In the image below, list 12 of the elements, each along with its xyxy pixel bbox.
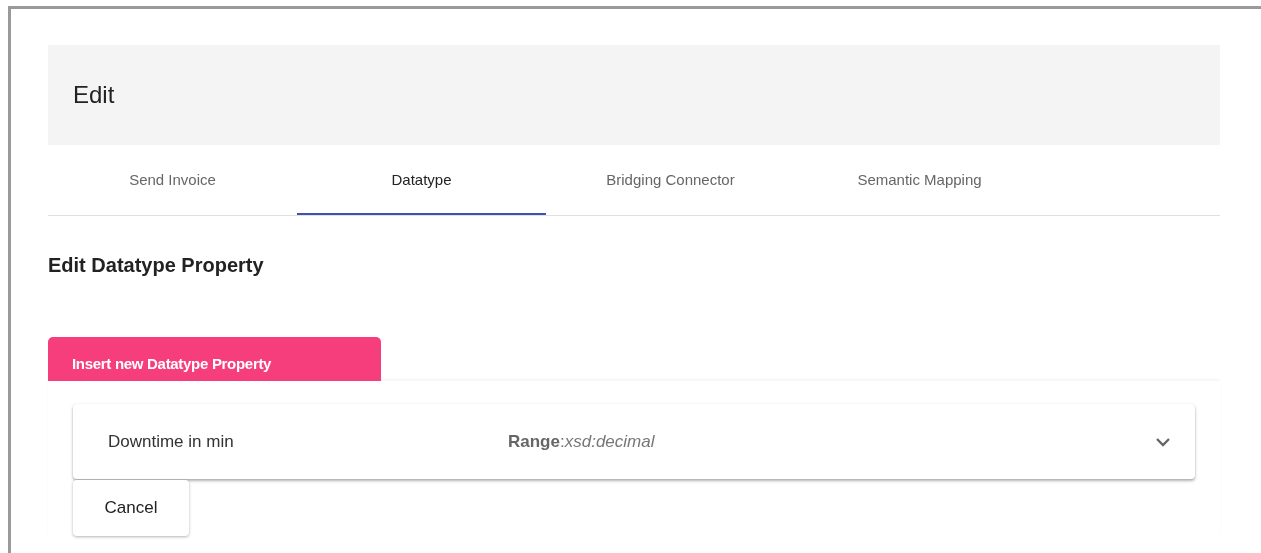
expansion-panel[interactable]: Downtime in min Range:xsd:decimal — [73, 404, 1195, 479]
section-heading: Edit Datatype Property — [48, 254, 265, 277]
tab[interactable]: Semantic Mapping — [795, 145, 1044, 215]
tab[interactable]: Datatype — [297, 145, 546, 215]
tab[interactable]: Bridging Connector — [546, 145, 795, 215]
tab[interactable]: Send Invoice — [48, 145, 297, 215]
dialog-title: Edit — [73, 81, 115, 109]
cancel-button[interactable]: Cancel — [73, 480, 189, 536]
property-name: Downtime in min — [108, 431, 235, 452]
property-range: Range:xsd:decimal — [508, 431, 656, 452]
insert-button[interactable]: Insert new Datatype Property — [48, 337, 381, 381]
chevron-icon[interactable] — [1155, 436, 1171, 447]
